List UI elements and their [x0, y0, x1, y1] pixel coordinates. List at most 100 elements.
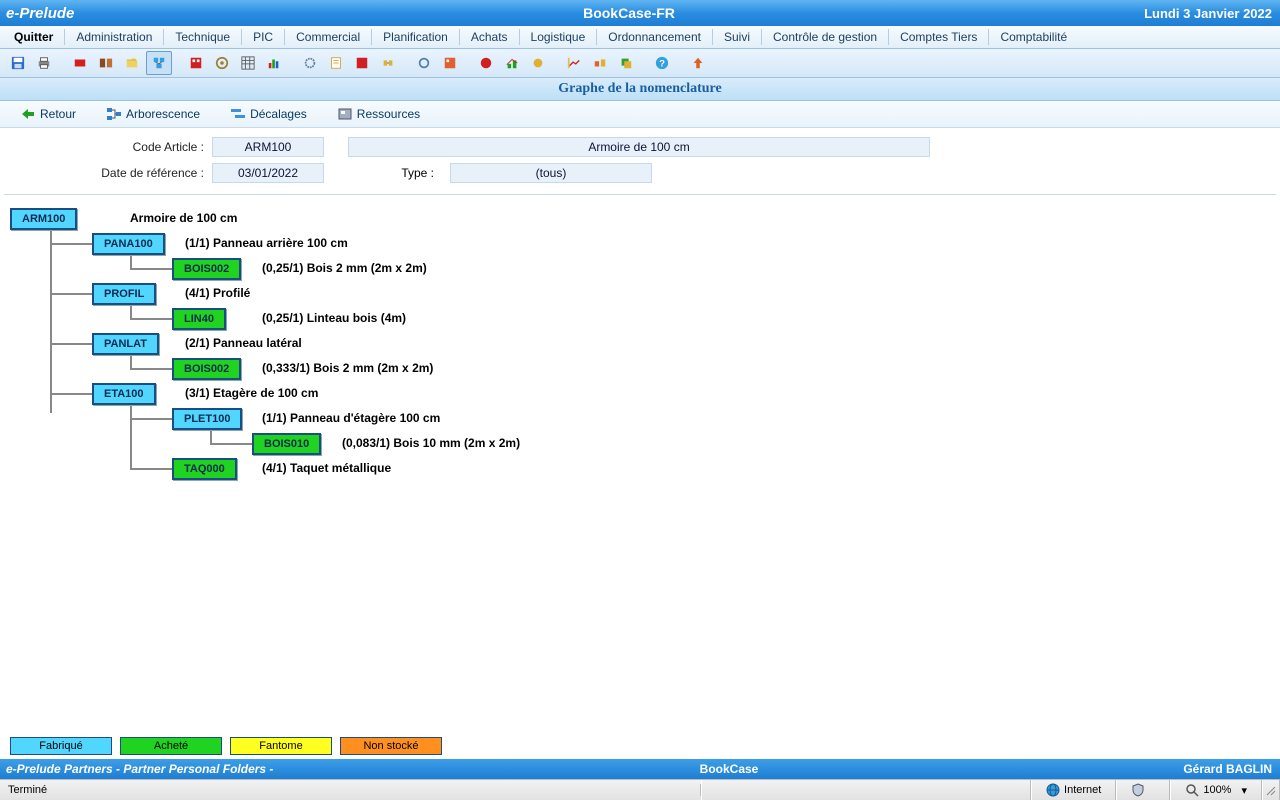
node-panlat[interactable]: PANLAT	[92, 333, 159, 355]
tool-icon-1[interactable]	[68, 52, 92, 74]
code-label: Code Article :	[4, 140, 212, 154]
legend: Fabriqué Acheté Fantome Non stocké	[0, 733, 1280, 759]
menu-quitter[interactable]: Quitter	[4, 28, 63, 46]
menu-achats[interactable]: Achats	[461, 28, 518, 46]
legend-achete: Acheté	[120, 737, 222, 755]
tool-icon-5[interactable]	[184, 52, 208, 74]
menu-pic[interactable]: PIC	[243, 28, 283, 46]
tool-icon-9[interactable]	[298, 52, 322, 74]
menu-suivi[interactable]: Suivi	[714, 28, 760, 46]
label-pana100: (1/1) Panneau arrière 100 cm	[185, 236, 348, 250]
dateref-label: Date de référence :	[4, 166, 212, 180]
tool-icon-13[interactable]	[412, 52, 436, 74]
project-name: BookCase-FR	[206, 5, 1052, 21]
tool-icon-10[interactable]	[324, 52, 348, 74]
decalages-button[interactable]: Décalages	[230, 107, 307, 121]
menu-comptabilite[interactable]: Comptabilité	[990, 28, 1077, 46]
tool-icon-7[interactable]	[236, 52, 260, 74]
arborescence-button[interactable]: Arborescence	[106, 107, 200, 121]
tool-icon-18[interactable]	[562, 52, 586, 74]
toolbar: ?	[0, 49, 1280, 78]
footer-left: e-Prelude Partners - Partner Personal Fo…	[0, 762, 386, 776]
main-menu: Quitter Administration Technique PIC Com…	[0, 26, 1280, 49]
tool-icon-16[interactable]	[500, 52, 524, 74]
tool-icon-2[interactable]	[94, 52, 118, 74]
chevron-down-icon: ▾	[1241, 784, 1247, 797]
tool-icon-4[interactable]	[146, 51, 172, 75]
form-area: Code Article : ARM100 Armoire de 100 cm …	[4, 128, 1276, 195]
help-icon[interactable]: ?	[650, 52, 674, 74]
print-icon[interactable]	[32, 52, 56, 74]
label-panlat: (2/1) Panneau latéral	[185, 336, 302, 350]
desc-value: Armoire de 100 cm	[348, 137, 930, 157]
shield-icon	[1131, 783, 1145, 797]
app-name: e-Prelude	[0, 5, 206, 22]
save-icon[interactable]	[6, 52, 30, 74]
node-bois002b[interactable]: BOIS002	[172, 358, 241, 380]
legend-fabrique: Fabriqué	[10, 737, 112, 755]
offset-icon	[230, 107, 246, 121]
ressources-button[interactable]: Ressources	[337, 107, 420, 121]
status-sec[interactable]	[1116, 780, 1170, 800]
tool-icon-20[interactable]	[614, 52, 638, 74]
label-plet100: (1/1) Panneau d'étagère 100 cm	[262, 411, 440, 425]
node-arm100[interactable]: ARM100	[10, 208, 77, 230]
label-bois002b: (0,333/1) Bois 2 mm (2m x 2m)	[262, 361, 433, 375]
resize-grip[interactable]	[1262, 780, 1280, 800]
node-plet100[interactable]: PLET100	[172, 408, 242, 430]
menu-administration[interactable]: Administration	[66, 28, 162, 46]
tool-icon-19[interactable]	[588, 52, 612, 74]
menu-logistique[interactable]: Logistique	[521, 28, 596, 46]
bom-graph: ARM100 Armoire de 100 cm PANA100 (1/1) P…	[0, 195, 1280, 733]
node-eta100[interactable]: ETA100	[92, 383, 156, 405]
legend-fantome: Fantome	[230, 737, 332, 755]
tool-icon-8[interactable]	[262, 52, 286, 74]
svg-text:?: ?	[659, 59, 665, 70]
retour-button[interactable]: Retour	[20, 107, 76, 121]
resources-icon	[337, 107, 353, 121]
label-bois010: (0,083/1) Bois 10 mm (2m x 2m)	[342, 436, 520, 450]
label-taq000: (4/1) Taquet métallique	[262, 461, 391, 475]
dateref-value[interactable]: 03/01/2022	[212, 163, 324, 183]
node-bois010[interactable]: BOIS010	[252, 433, 321, 455]
status-spacer	[701, 780, 1031, 800]
footer-center: BookCase	[386, 762, 1072, 776]
header-date: Lundi 3 Janvier 2022	[1052, 6, 1280, 21]
node-taq000[interactable]: TAQ000	[172, 458, 237, 480]
tool-icon-12[interactable]	[376, 52, 400, 74]
tool-icon-3[interactable]	[120, 52, 144, 74]
status-zoom[interactable]: 100% ▾	[1170, 780, 1262, 800]
legend-nonstocke: Non stocké	[340, 737, 442, 755]
menu-technique[interactable]: Technique	[165, 28, 240, 46]
menu-ordonnancement[interactable]: Ordonnancement	[598, 28, 711, 46]
tool-icon-11[interactable]	[350, 52, 374, 74]
tool-icon-14[interactable]	[438, 52, 462, 74]
node-pana100[interactable]: PANA100	[92, 233, 165, 255]
type-value[interactable]: (tous)	[450, 163, 652, 183]
up-arrow-icon[interactable]	[686, 52, 710, 74]
menu-controle[interactable]: Contrôle de gestion	[763, 28, 887, 46]
label-arm100: Armoire de 100 cm	[130, 211, 237, 225]
label-lin40: (0,25/1) Linteau bois (4m)	[262, 311, 406, 325]
zoom-icon	[1185, 783, 1199, 797]
node-bois002a[interactable]: BOIS002	[172, 258, 241, 280]
title-bar: e-Prelude BookCase-FR Lundi 3 Janvier 20…	[0, 0, 1280, 26]
menu-planification[interactable]: Planification	[373, 28, 458, 46]
tool-icon-15[interactable]	[474, 52, 498, 74]
node-lin40[interactable]: LIN40	[172, 308, 226, 330]
status-message: Terminé	[0, 784, 701, 796]
menu-commercial[interactable]: Commercial	[286, 28, 370, 46]
back-arrow-icon	[20, 107, 36, 121]
label-bois002a: (0,25/1) Bois 2 mm (2m x 2m)	[262, 261, 427, 275]
tool-icon-17[interactable]	[526, 52, 550, 74]
code-value[interactable]: ARM100	[212, 137, 324, 157]
tree-icon	[106, 107, 122, 121]
menu-comptes[interactable]: Comptes Tiers	[890, 28, 987, 46]
sub-toolbar: Retour Arborescence Décalages Ressources	[0, 101, 1280, 128]
node-profil[interactable]: PROFIL	[92, 283, 156, 305]
footer-right: Gérard BAGLIN	[1072, 762, 1280, 776]
footer-bar: e-Prelude Partners - Partner Personal Fo…	[0, 759, 1280, 779]
tool-icon-6[interactable]	[210, 52, 234, 74]
globe-icon	[1046, 783, 1060, 797]
page-title: Graphe de la nomenclature	[0, 78, 1280, 101]
